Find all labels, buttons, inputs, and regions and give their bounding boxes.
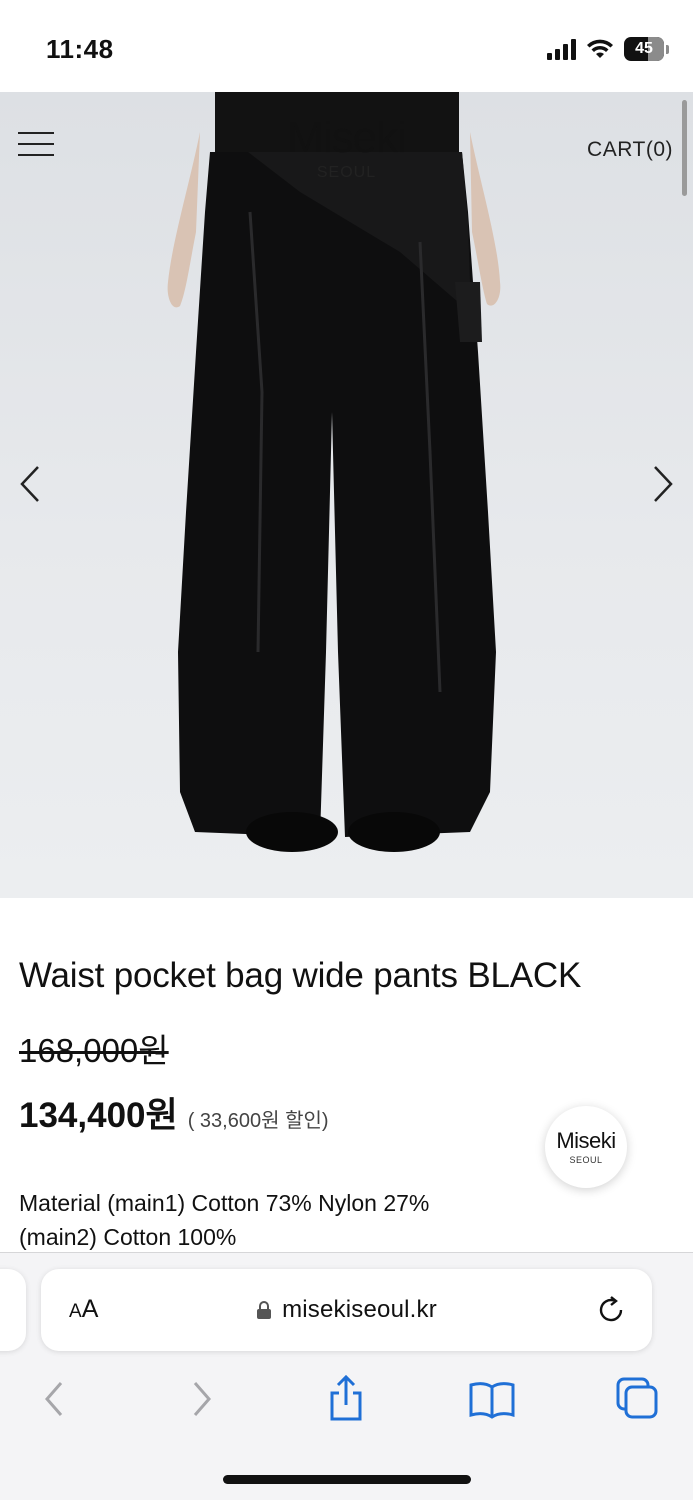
battery-level: 45: [635, 40, 653, 57]
forward-icon[interactable]: [176, 1373, 228, 1425]
original-price: 168,000원: [19, 1032, 169, 1069]
product-image-gallery[interactable]: Miseki SEOUL CART(0): [0, 92, 693, 898]
cellular-signal-icon: [547, 38, 576, 60]
reload-icon[interactable]: [594, 1293, 628, 1327]
status-icons: 45: [547, 37, 669, 61]
share-icon[interactable]: [320, 1373, 372, 1425]
status-time: 11:48: [46, 34, 114, 64]
tabs-icon[interactable]: [612, 1373, 664, 1425]
material-line-2: (main2) Cotton 100%: [19, 1224, 237, 1250]
cart-link[interactable]: CART(0): [587, 138, 673, 162]
previous-tab-preview[interactable]: [0, 1269, 26, 1351]
browser-chrome: AA misekiseoul.kr: [0, 1252, 693, 1500]
material-info: Material (main1) Cotton 73% Nylon 27% (m…: [19, 1186, 539, 1254]
status-bar: 11:48 45: [0, 0, 693, 92]
floating-brand-button[interactable]: Miseki SEOUL: [545, 1106, 627, 1188]
address-bar[interactable]: AA misekiseoul.kr: [41, 1269, 652, 1351]
wifi-icon: [587, 39, 613, 58]
battery-cap: [666, 44, 669, 54]
chevron-left-icon[interactable]: [16, 464, 46, 504]
url-display: misekiseoul.kr: [41, 1269, 652, 1351]
back-icon[interactable]: [28, 1373, 80, 1425]
badge-sub: SEOUL: [569, 1154, 603, 1165]
battery-icon: 45: [624, 37, 664, 61]
bookmarks-icon[interactable]: [466, 1373, 518, 1425]
url-text: misekiseoul.kr: [282, 1296, 437, 1323]
product-photo: [167, 92, 501, 852]
material-line-1: Material (main1) Cotton 73% Nylon 27%: [19, 1190, 430, 1216]
badge-name: Miseki: [556, 1127, 616, 1153]
price-row: 134,400원 ( 33,600원 할인): [19, 1087, 329, 1138]
chevron-right-icon[interactable]: [647, 464, 677, 504]
browser-toolbar: [0, 1373, 693, 1429]
sale-price: 134,400원: [19, 1096, 178, 1135]
product-title: Waist pocket bag wide pants BLACK: [19, 956, 582, 995]
lock-icon: [257, 1301, 272, 1319]
discount-note: ( 33,600원 할인): [187, 1110, 329, 1132]
brand-sub: SEOUL: [316, 164, 377, 181]
home-indicator[interactable]: [223, 1475, 471, 1484]
